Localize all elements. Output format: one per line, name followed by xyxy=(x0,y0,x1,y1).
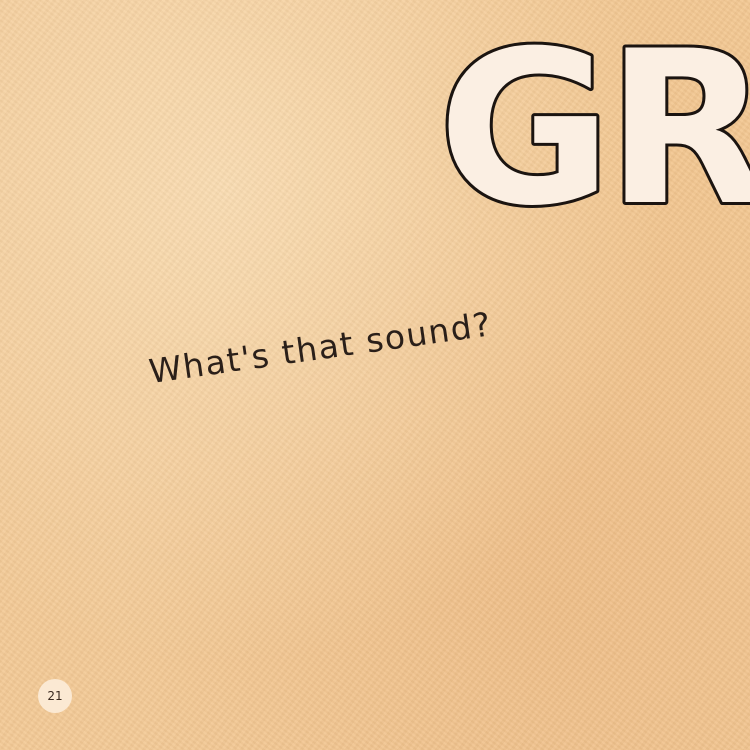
headline-text: GRO xyxy=(438,5,750,252)
question-text: What's that sound? xyxy=(146,304,495,391)
page-number: 21 xyxy=(47,689,63,703)
headline-lettering: GRO xyxy=(435,2,750,255)
page-number-badge: 21 xyxy=(38,679,72,713)
book-page: GRO What's that sound? 21 xyxy=(0,0,750,750)
